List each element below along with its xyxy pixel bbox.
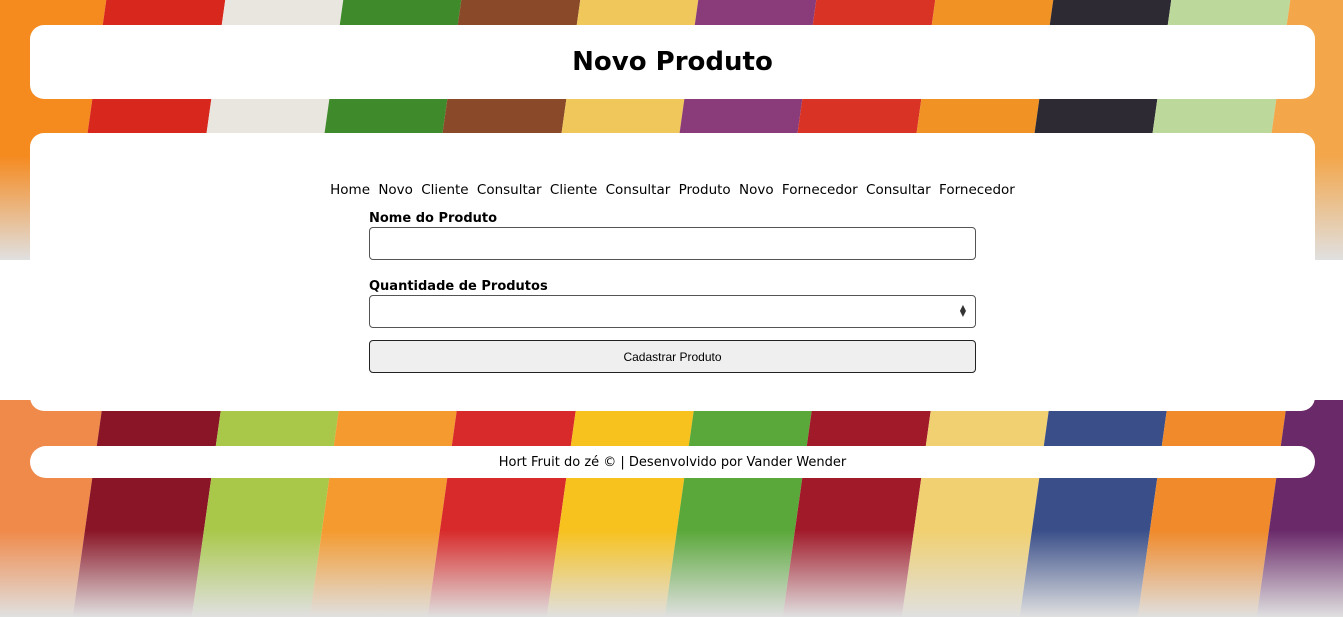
page-title: Novo Produto	[572, 47, 773, 77]
nav-link-home[interactable]: Home	[330, 182, 370, 198]
nav-link-consultar-produto[interactable]: Consultar	[606, 182, 671, 198]
product-quantity-label: Quantidade de Produtos	[369, 279, 548, 294]
nav-link-consultar-cliente[interactable]: Consultar	[477, 182, 542, 198]
header-card: Novo Produto	[30, 25, 1315, 99]
product-form: Nome do Produto Quantidade de Produtos ▲…	[369, 211, 976, 373]
nav-link-consultar-fornecedor[interactable]: Consultar	[866, 182, 931, 198]
product-name-label: Nome do Produto	[369, 211, 498, 226]
footer-text: Hort Fruit do zé © | Desenvolvido por Va…	[498, 454, 847, 470]
product-quantity-input[interactable]	[369, 295, 976, 328]
nav-link-novo-cliente[interactable]: Novo	[378, 182, 413, 198]
register-product-button[interactable]: Cadastrar Produto	[369, 340, 976, 373]
nav-link-consultar-fornecedor-2[interactable]: Fornecedor	[939, 182, 1015, 198]
background-fruit-banner-bottom	[0, 400, 1343, 617]
footer: Hort Fruit do zé © | Desenvolvido por Va…	[30, 446, 1315, 478]
product-name-input[interactable]	[369, 227, 976, 260]
nav-link-novo-cliente-2[interactable]: Cliente	[421, 182, 468, 198]
number-spinner-icon[interactable]: ▲ ▼	[960, 304, 966, 318]
nav-link-consultar-produto-2[interactable]: Produto	[679, 182, 731, 198]
top-nav: Home Novo Cliente Consultar Cliente Cons…	[30, 182, 1315, 198]
nav-link-consultar-cliente-2[interactable]: Cliente	[550, 182, 597, 198]
main-card: Home Novo Cliente Consultar Cliente Cons…	[30, 133, 1315, 411]
nav-link-novo-fornecedor-2[interactable]: Fornecedor	[782, 182, 858, 198]
product-quantity-wrapper: ▲ ▼	[369, 295, 976, 328]
nav-link-novo-fornecedor[interactable]: Novo	[739, 182, 774, 198]
